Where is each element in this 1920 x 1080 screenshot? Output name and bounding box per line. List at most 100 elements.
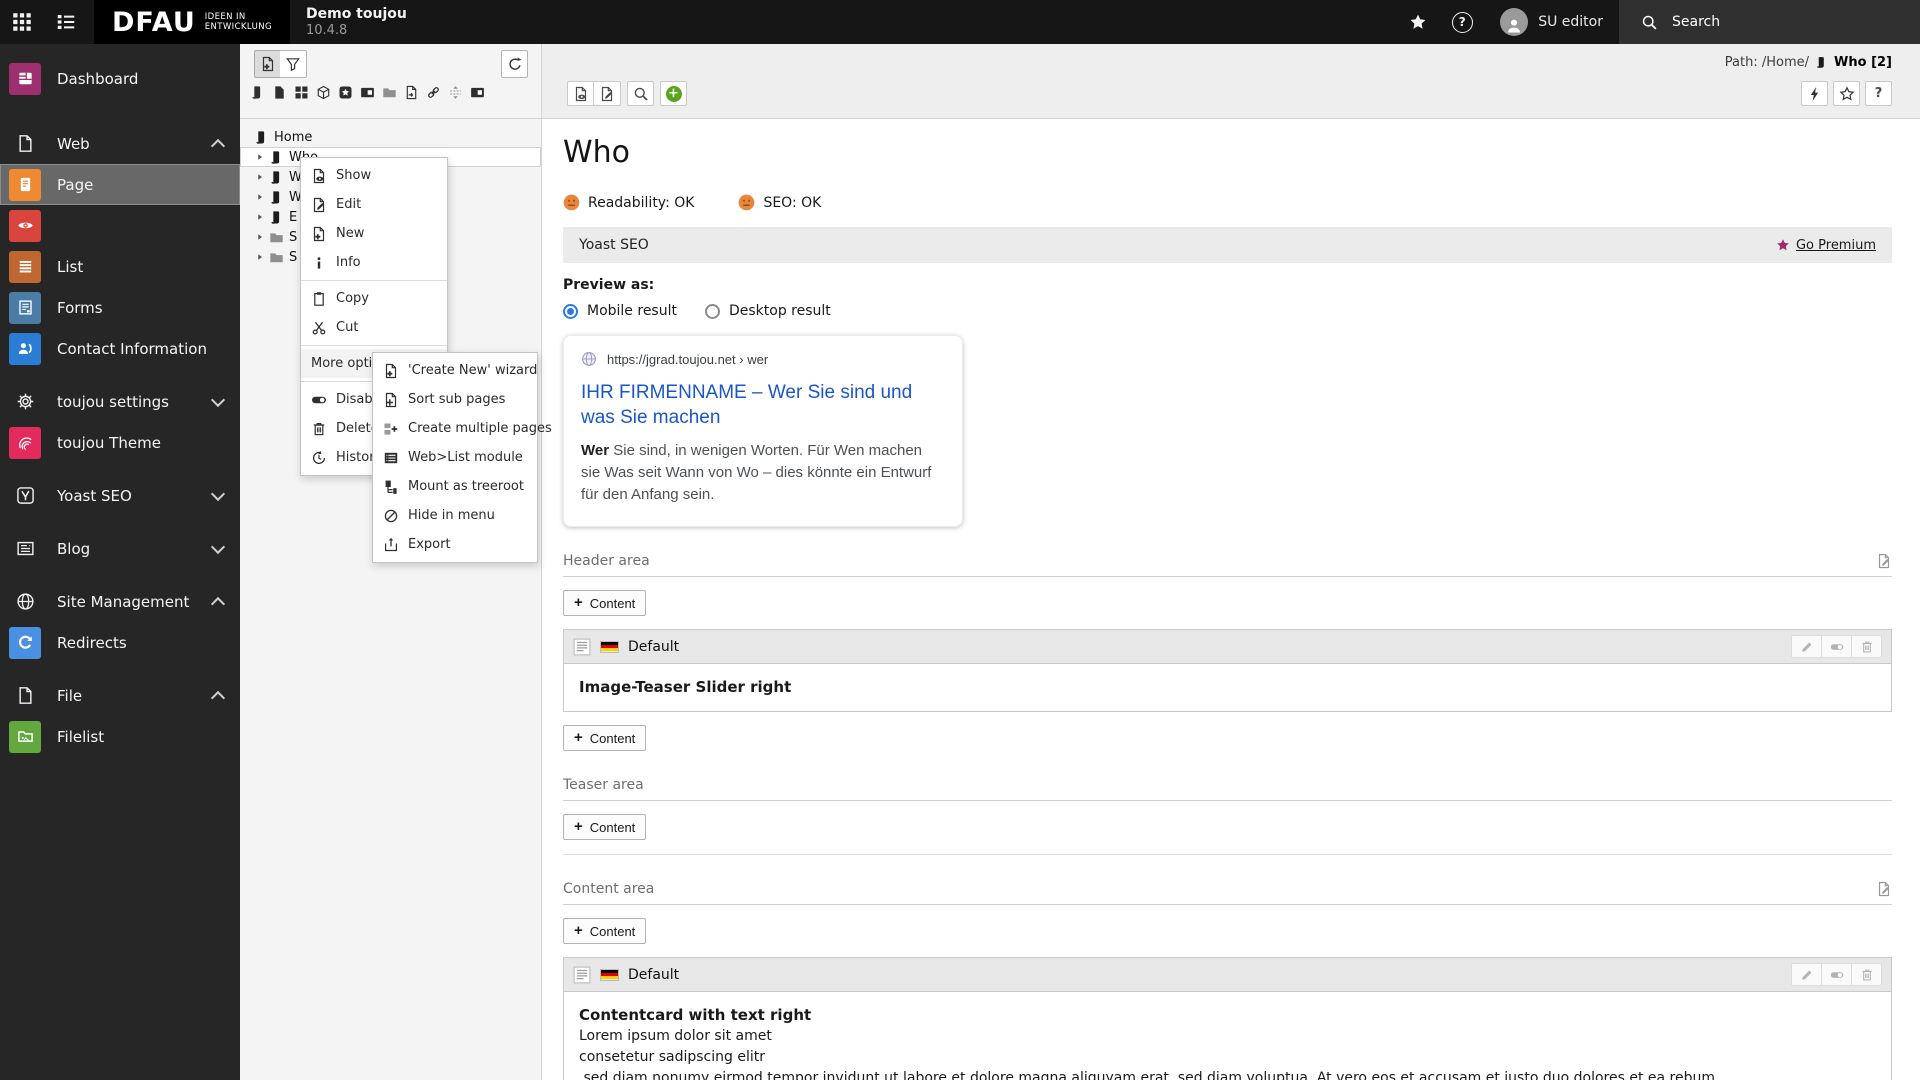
toggle-visibility-button[interactable] — [1821, 636, 1851, 657]
sidebar-item-page[interactable]: Page — [0, 164, 240, 205]
new-page-button[interactable] — [254, 50, 281, 78]
submenu-mount-as-treeroot[interactable]: Mount as treeroot — [373, 472, 537, 501]
submenu-hide-in-menu[interactable]: Hide in menu — [373, 501, 537, 530]
caret-right-icon[interactable] — [256, 253, 264, 261]
cache-button[interactable] — [1801, 81, 1828, 106]
context-menu-new[interactable]: New — [301, 219, 447, 248]
page-icon — [269, 150, 284, 165]
page-icon — [269, 170, 284, 185]
edit-element-button[interactable] — [1792, 636, 1821, 657]
filter-button[interactable] — [280, 50, 307, 78]
sidebar-item-forms[interactable]: Forms — [0, 287, 240, 328]
content-element-body[interactable]: Image-Teaser Slider right — [564, 664, 1891, 711]
add-content-button[interactable]: + Content — [563, 590, 647, 616]
bookmark-button[interactable] — [1396, 0, 1440, 44]
delete-element-button[interactable] — [1851, 964, 1881, 985]
serp-url-row: https://jgrad.toujou.net › wer — [581, 351, 945, 367]
context-menu-cut[interactable]: Cut — [301, 313, 447, 342]
caret-right-icon[interactable] — [256, 233, 264, 241]
radio-unselected-icon — [704, 303, 720, 319]
mobile-result-radio[interactable]: Mobile result — [563, 303, 677, 319]
caret-right-icon[interactable] — [256, 193, 264, 201]
toggle-icon — [1830, 968, 1844, 982]
drag-page-icon[interactable] — [250, 85, 265, 100]
sidebar-item-toujou-settings[interactable]: toujou settings — [0, 381, 240, 422]
caret-right-icon[interactable] — [256, 153, 264, 161]
context-menu-info[interactable]: Info — [301, 248, 447, 277]
drag-media-icon[interactable] — [360, 85, 375, 100]
go-premium-link[interactable]: Go Premium — [1776, 238, 1876, 253]
content-element-body[interactable]: Contentcard with text right Lorem ipsum … — [564, 992, 1891, 1080]
sidebar-item-file[interactable]: File — [0, 675, 240, 716]
sidebar-item-yoast-seo[interactable]: Yoast SEO — [0, 475, 240, 516]
folder-icon — [269, 230, 284, 245]
sidebar-item-redirects[interactable]: Redirects — [0, 622, 240, 663]
toggle-visibility-button[interactable] — [1821, 964, 1851, 985]
star-icon — [1409, 13, 1427, 31]
docheader-help-button[interactable]: ? — [1865, 81, 1892, 106]
edit-page-properties-button[interactable] — [594, 81, 621, 106]
serp-description: Wer Sie sind, in wenigen Worten. Für Wen… — [581, 442, 932, 503]
submenu-web-list-module[interactable]: Web>List module — [373, 443, 537, 472]
user-menu[interactable]: SU editor — [1484, 0, 1619, 44]
show-icon — [311, 168, 327, 184]
add-content-button[interactable]: + Content — [563, 918, 647, 944]
drag-document-icon[interactable] — [272, 85, 287, 100]
desktop-result-radio[interactable]: Desktop result — [704, 303, 831, 319]
drag-divider-icon[interactable] — [448, 85, 463, 100]
teaser-area-heading: Teaser area — [563, 777, 1892, 801]
content-element: Default Image-Teaser Slider right — [563, 629, 1892, 712]
edit-element-button[interactable] — [1792, 964, 1821, 985]
delete-element-button[interactable] — [1851, 636, 1881, 657]
edit-area-icon[interactable] — [1876, 881, 1892, 897]
bookmark-page-button[interactable] — [1833, 81, 1860, 106]
modules-grid-button[interactable] — [0, 0, 44, 44]
sidebar-item-site-management[interactable]: Site Management — [0, 581, 240, 622]
seo-badges: Readability: OK SEO: OK — [563, 194, 1892, 211]
drag-media2-icon[interactable] — [470, 85, 485, 100]
refresh-tree-button[interactable] — [501, 50, 528, 78]
list-icon — [9, 250, 41, 283]
sidebar-item-dashboard[interactable]: Dashboard — [0, 58, 240, 99]
edit-area-icon[interactable] — [1876, 553, 1892, 569]
sidebar-item-view[interactable] — [0, 205, 240, 246]
sidebar-item-toujou-theme[interactable]: toujou Theme — [0, 422, 240, 463]
delete-icon — [311, 421, 327, 437]
context-menu-edit[interactable]: Edit — [301, 190, 447, 219]
search-page-button[interactable] — [627, 81, 654, 106]
drag-cube-icon[interactable] — [316, 85, 331, 100]
submenu-export[interactable]: Export — [373, 530, 537, 559]
context-menu-show[interactable]: Show — [301, 161, 447, 190]
help-button[interactable]: ? — [1440, 0, 1484, 44]
submenu-sort-sub-pages[interactable]: Sort sub pages — [373, 385, 537, 414]
submenu-create-new-wizard[interactable]: 'Create New' wizard — [373, 356, 537, 385]
sidebar-item-list[interactable]: List — [0, 246, 240, 287]
sidebar-item-contact-information[interactable]: Contact Information — [0, 328, 240, 369]
caret-right-icon[interactable] — [256, 213, 264, 221]
drag-badge-icon[interactable] — [338, 85, 353, 100]
menu-divider — [301, 280, 447, 281]
context-menu-copy[interactable]: Copy — [301, 284, 447, 313]
add-content-button[interactable]: + Content — [563, 725, 647, 751]
sidebar-item-blog[interactable]: Blog — [0, 528, 240, 569]
sidebar-item-web[interactable]: Web — [0, 123, 240, 164]
add-content-button[interactable]: + Content — [563, 814, 647, 840]
drag-folder-icon[interactable] — [382, 85, 397, 100]
gear-icon — [9, 386, 41, 418]
pagetree-toggle-button[interactable] — [44, 0, 88, 44]
sidebar-item-filelist[interactable]: Filelist — [0, 716, 240, 757]
tree-node-home[interactable]: Home — [240, 127, 541, 147]
drag-shortcut-icon[interactable] — [404, 85, 419, 100]
drag-grid-icon[interactable] — [294, 85, 309, 100]
doc-pencil-icon — [599, 86, 615, 102]
toujou-action-button[interactable]: + — [660, 81, 687, 106]
search-bar[interactable]: Search — [1619, 0, 1920, 44]
preview-as-label: Preview as: — [563, 277, 655, 293]
serp-title[interactable]: IHR FIRMENNAME – Wer Sie sind und was Si… — [581, 380, 945, 430]
drag-link-icon[interactable] — [426, 85, 441, 100]
caret-right-icon[interactable] — [256, 173, 264, 181]
search-label: Search — [1672, 14, 1721, 30]
submenu-create-multiple-pages[interactable]: Create multiple pages — [373, 414, 552, 443]
view-webpage-button[interactable] — [567, 81, 594, 106]
new-element-drag-row — [250, 85, 485, 100]
